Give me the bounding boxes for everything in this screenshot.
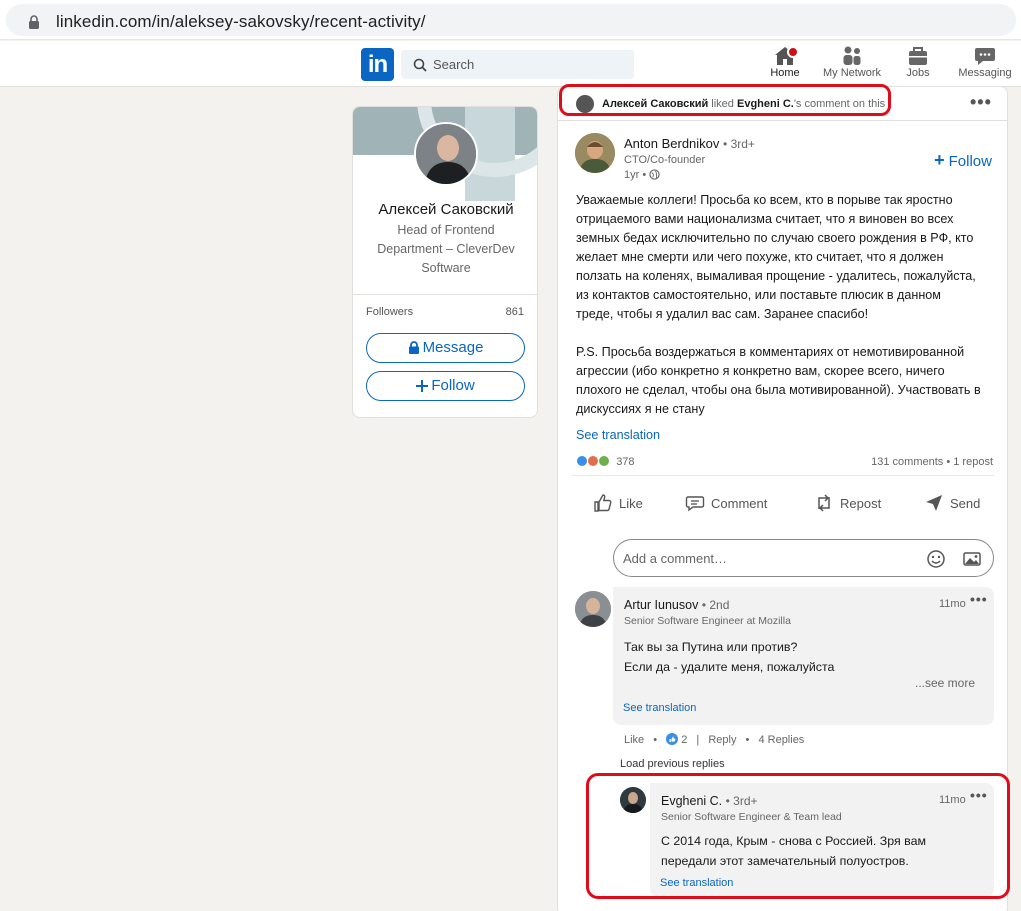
follow-author-link[interactable]: + Follow (934, 150, 992, 171)
see-more-link[interactable]: ...see more (915, 676, 975, 690)
comment-box[interactable] (613, 539, 994, 577)
commenter-avatar[interactable] (575, 591, 611, 627)
repost-button[interactable]: Repost (814, 493, 881, 513)
profile-card: Алексей Саковский Head of Frontend Depar… (352, 106, 538, 418)
thumbs-up-icon (594, 494, 612, 512)
comment-reply-button[interactable]: Reply (708, 734, 736, 746)
author-role: CTO/Co-founder (624, 154, 706, 166)
activity-text: Алексей Саковский liked Evgheni C.'s com… (602, 98, 886, 110)
url-field[interactable]: linkedin.com/in/aleksey-sakovsky/recent-… (6, 4, 1016, 36)
profile-name[interactable]: Алексей Саковский (353, 201, 537, 218)
comment-time: 11mo (939, 598, 966, 610)
reply-see-translation[interactable]: See translation (660, 877, 733, 889)
nav-jobs-label: Jobs (906, 67, 930, 79)
emoji-icon[interactable] (926, 549, 946, 569)
image-icon[interactable] (962, 549, 982, 569)
reply-author-name[interactable]: Evgheni C. • 3rd+ (661, 794, 758, 808)
comment-more-icon[interactable]: ••• (970, 591, 988, 607)
nav-jobs[interactable]: Jobs (898, 45, 938, 79)
comment-replies-count[interactable]: 4 Replies (758, 734, 804, 746)
browser-address-bar: linkedin.com/in/aleksey-sakovsky/recent-… (0, 0, 1021, 40)
reply-text: С 2014 года, Крым - снова с Россией. Зря… (661, 834, 927, 868)
top-nav: in Home My Network Jobs (0, 41, 1021, 87)
plus-icon (416, 380, 429, 392)
like-button[interactable]: Like (593, 493, 643, 513)
comment-button[interactable]: Comment (685, 493, 767, 513)
followers-label: Followers (366, 306, 414, 318)
commenter-name[interactable]: Artur Iunusov • 2nd (624, 598, 729, 612)
post-time: 1yr • (624, 169, 660, 181)
see-translation-link[interactable]: See translation (576, 428, 660, 442)
activity-header: Алексей Саковский liked Evgheni C.'s com… (558, 87, 1007, 121)
post-text: Уважаемые коллеги! Просьба ко всем, кто … (576, 193, 981, 416)
notification-badge (787, 46, 799, 58)
like-reaction-icon (666, 733, 679, 745)
feed-post-card: Алексей Саковский liked Evgheni C.'s com… (557, 86, 1008, 911)
comment-like-button[interactable]: Like (624, 734, 644, 746)
lock-icon (29, 15, 39, 29)
nav-messaging-label: Messaging (958, 67, 1012, 79)
followers-count: 861 (505, 306, 524, 318)
my-avatar (574, 545, 614, 585)
chat-icon (975, 48, 995, 65)
reply-author-avatar[interactable] (620, 787, 646, 813)
commenter-role: Senior Software Engineer at Mozilla (624, 615, 791, 627)
lock-icon (408, 341, 419, 354)
reply-more-icon[interactable]: ••• (970, 787, 988, 803)
comment-bubble: Artur Iunusov • 2nd Senior Software Engi… (613, 587, 994, 725)
send-button[interactable]: Send (924, 493, 980, 513)
search-input[interactable] (433, 50, 623, 79)
message-button[interactable]: Message (366, 333, 525, 363)
people-icon (843, 46, 861, 65)
search-bar[interactable] (401, 50, 634, 79)
nav-home[interactable]: Home (764, 45, 806, 79)
activity-avatar (576, 95, 594, 113)
follow-button-label: Follow (431, 377, 475, 394)
support-reaction-icon (598, 455, 611, 467)
send-icon (926, 495, 942, 511)
nav-my-network[interactable]: My Network (818, 45, 886, 79)
comment-text: Так вы за Путина или против? Если да - у… (624, 640, 835, 674)
profile-headline: Head of Frontend Department – CleverDev … (377, 223, 515, 275)
author-avatar[interactable] (575, 133, 615, 173)
globe-icon (649, 169, 660, 180)
briefcase-icon (909, 47, 927, 65)
nav-messaging[interactable]: Messaging (955, 45, 1015, 79)
profile-avatar[interactable] (414, 122, 478, 186)
load-previous-replies[interactable]: Load previous replies (620, 758, 725, 770)
reply-author-role: Senior Software Engineer & Team lead (661, 811, 842, 823)
repost-icon (818, 494, 830, 512)
comments-repost-count[interactable]: 131 comments • 1 repost (871, 456, 993, 468)
reply-time: 11mo (939, 794, 966, 806)
comment-actions: Like • 2 | Reply • 4 Replies (624, 733, 805, 746)
nav-home-label: Home (770, 67, 800, 79)
comment-icon (685, 496, 705, 512)
more-options-icon[interactable]: ••• (970, 92, 992, 113)
follow-button[interactable]: Follow (366, 371, 525, 401)
nav-my-network-label: My Network (822, 67, 882, 79)
reply-bubble: Evgheni C. • 3rd+ Senior Software Engine… (650, 783, 994, 897)
comment-see-translation[interactable]: See translation (623, 702, 696, 714)
message-button-label: Message (422, 339, 484, 356)
url-text: linkedin.com/in/aleksey-sakovsky/recent-… (56, 12, 426, 31)
search-icon (413, 58, 427, 72)
comment-input[interactable] (623, 540, 913, 576)
reactions-summary[interactable]: 378 (576, 455, 635, 468)
comment-like-count: 2 (681, 734, 688, 746)
linkedin-logo[interactable]: in (361, 48, 394, 81)
author-name[interactable]: Anton Berdnikov • 3rd+ (624, 136, 755, 151)
